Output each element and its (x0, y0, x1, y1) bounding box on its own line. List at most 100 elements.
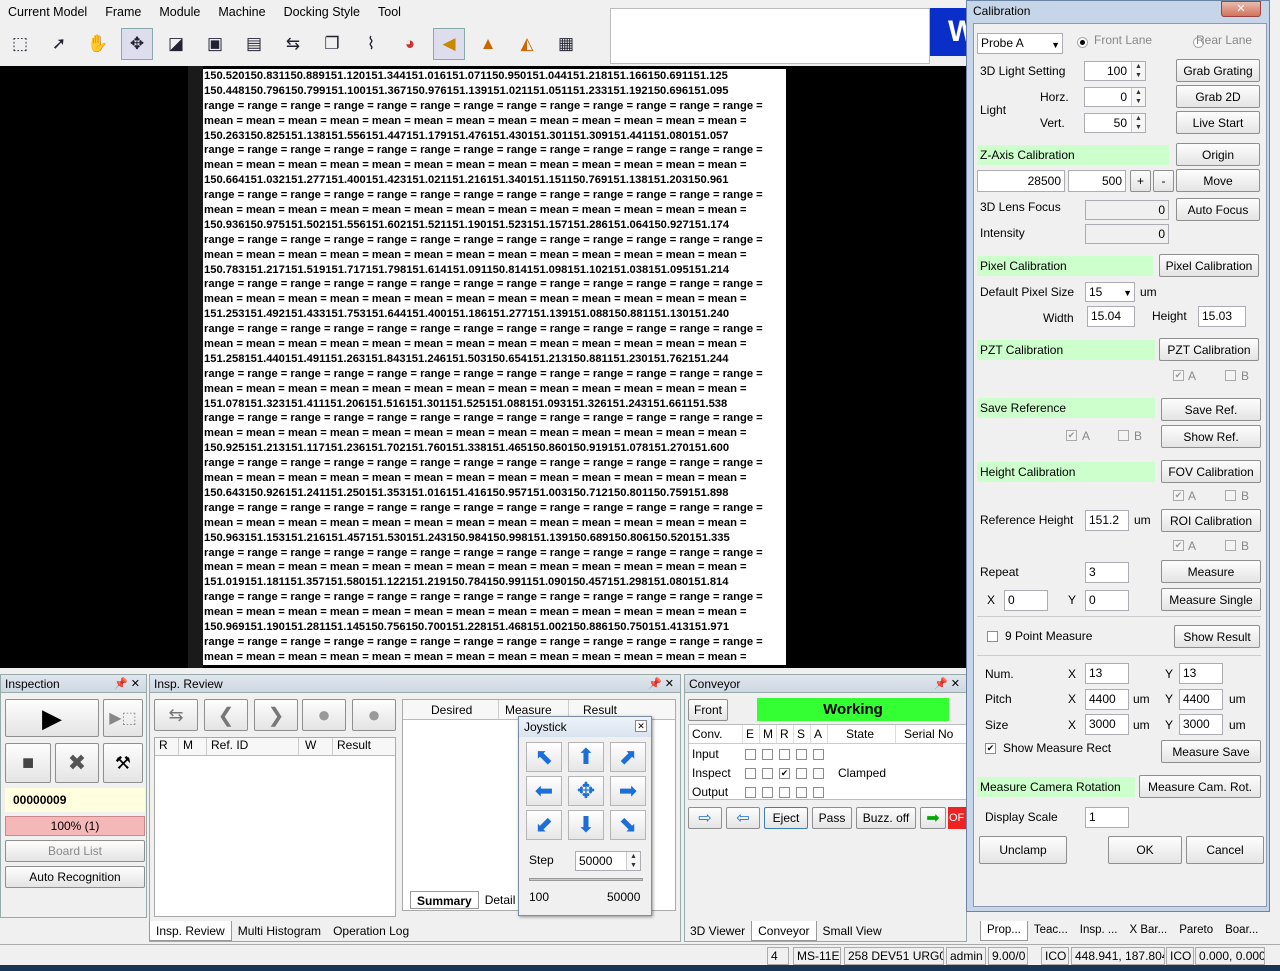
buzz-off-button[interactable]: Buzz. off (856, 807, 916, 829)
green-arrow-icon[interactable]: ➡ (920, 807, 946, 829)
auto-focus-button[interactable]: Auto Focus (1176, 198, 1260, 221)
checkbox[interactable] (745, 786, 756, 798)
measure-single-button[interactable]: Measure Single (1161, 588, 1261, 611)
image-viewer[interactable]: 150.520150.831150.889151.120151.344151.0… (0, 66, 975, 668)
zaxis-step-input[interactable]: 500 (1068, 170, 1126, 192)
checkbox[interactable] (813, 767, 824, 779)
checkbox[interactable] (762, 786, 773, 798)
plus-button[interactable]: + (1130, 170, 1151, 192)
checkbox-checked[interactable]: ✔ (779, 767, 790, 779)
col-m[interactable]: M (179, 738, 207, 755)
origin-button[interactable]: Origin (1176, 143, 1260, 166)
arrow-left-icon[interactable]: ⇦ (726, 807, 760, 829)
grab-2d-button[interactable]: Grab 2D (1176, 85, 1260, 108)
arrow-down-left-icon[interactable]: ⬋ (526, 810, 562, 840)
color-map-icon[interactable]: ◕ (394, 28, 426, 60)
ref-height-input[interactable]: 151.2 (1085, 510, 1129, 531)
col-desired[interactable]: Desired (403, 700, 499, 719)
arrow-down-icon[interactable]: ⬇ (568, 810, 604, 840)
pzt-b-checkbox[interactable] (1225, 370, 1236, 381)
pin-close-icon[interactable]: 📌 ✕ (934, 675, 960, 693)
tab-conveyor[interactable]: Conveyor (751, 921, 817, 941)
checkbox[interactable] (813, 786, 824, 798)
checkbox[interactable] (762, 748, 773, 760)
cancel-x-button[interactable]: ✖ (55, 743, 99, 783)
close-icon[interactable]: ✕ (1221, 1, 1261, 17)
show-measure-rect-checkbox[interactable]: ✔ (985, 743, 996, 754)
width-input[interactable]: 15.04 (1087, 306, 1135, 327)
checkbox[interactable] (796, 767, 807, 779)
checkbox[interactable] (779, 748, 790, 760)
arrow-right-icon[interactable]: ⇨ (688, 807, 722, 829)
fov-calibration-button[interactable]: FOV Calibration (1161, 460, 1261, 483)
repeat-input[interactable]: 3 (1085, 562, 1129, 583)
tab-3d-viewer[interactable]: 3D Viewer (684, 921, 751, 941)
vert-input[interactable]: 50 ▲ ▼ (1084, 113, 1146, 133)
probe-select[interactable]: Probe A ▼ (977, 33, 1063, 54)
component-view-icon[interactable]: ▤ (238, 28, 270, 60)
menu-module[interactable]: Module (159, 5, 200, 19)
col-result[interactable]: Result (333, 738, 393, 755)
pan-hand-icon[interactable]: ✋ (82, 28, 114, 60)
height-input[interactable]: 15.03 (1198, 306, 1246, 327)
fov-a-checkbox[interactable]: ✔ (1173, 490, 1184, 501)
pin-close-icon[interactable]: 📌 ✕ (648, 675, 674, 693)
step-slider[interactable] (529, 878, 643, 881)
save-ref-button[interactable]: Save Ref. (1161, 398, 1261, 421)
unclamp-button[interactable]: Unclamp (979, 836, 1067, 864)
pitch-x-input[interactable]: 4400 (1085, 689, 1129, 710)
col-r[interactable]: R (155, 738, 179, 755)
tab-inspection[interactable]: Insp. ... (1074, 921, 1124, 941)
nine-point-checkbox[interactable] (987, 631, 998, 642)
grid-3d-icon[interactable]: ▦ (550, 28, 582, 60)
spin-icon[interactable]: ▲ ▼ (1131, 114, 1145, 132)
tab-pareto[interactable]: Pareto (1173, 921, 1219, 941)
checkbox[interactable] (745, 748, 756, 760)
minus-button[interactable]: - (1153, 170, 1174, 192)
horz-input[interactable]: 0 ▲ ▼ (1084, 87, 1146, 107)
save-ref-b-checkbox[interactable] (1118, 430, 1129, 441)
arrow-up-left-icon[interactable]: ⬉ (526, 742, 562, 772)
tab-small-view[interactable]: Small View (817, 921, 888, 941)
cancel-button[interactable]: Cancel (1186, 836, 1264, 864)
pzt-a-checkbox[interactable]: ✔ (1173, 370, 1184, 381)
arrow-right-icon[interactable]: ➡ (610, 776, 646, 806)
roi-a-checkbox[interactable]: ✔ (1173, 540, 1184, 551)
checkbox[interactable] (779, 786, 790, 798)
front-button[interactable]: Front (688, 699, 728, 721)
tab-multi-histogram[interactable]: Multi Histogram (232, 921, 327, 941)
menu-current-model[interactable]: Current Model (8, 5, 87, 19)
zaxis-input[interactable]: 28500 (977, 170, 1065, 192)
roi-calibration-button[interactable]: ROI Calibration (1161, 509, 1261, 532)
spin-icon[interactable]: ▲ ▼ (1131, 88, 1145, 106)
move-cross-icon[interactable]: ✥ (121, 28, 153, 60)
live-start-button[interactable]: Live Start (1176, 111, 1260, 134)
y-input[interactable]: 0 (1085, 590, 1129, 611)
measure-save-button[interactable]: Measure Save (1161, 740, 1261, 763)
tab-teach[interactable]: Teac... (1028, 921, 1074, 941)
shadow-icon[interactable]: ◭ (511, 28, 543, 60)
profile-icon[interactable]: ⌇ (355, 28, 387, 60)
pin-close-icon[interactable]: 📌 ✕ (114, 675, 140, 693)
move-button[interactable]: Move (1176, 169, 1260, 192)
step-input[interactable]: 50000 ▲ ▼ (575, 851, 641, 871)
tool-button[interactable]: ⚒ (103, 743, 143, 783)
tab-operation-log[interactable]: Operation Log (327, 921, 415, 941)
show-ref-button[interactable]: Show Ref. (1161, 425, 1261, 448)
pointer-icon[interactable]: ➚ (43, 28, 75, 60)
menu-tool[interactable]: Tool (378, 5, 401, 19)
pass-button[interactable]: Pass (812, 807, 852, 829)
default-pixel-select[interactable]: 15 ▼ (1085, 282, 1135, 302)
marquee-select-icon[interactable]: ⬚ (4, 28, 36, 60)
pitch-y-input[interactable]: 4400 (1179, 689, 1223, 710)
save-ref-a-checkbox[interactable]: ✔ (1066, 430, 1077, 441)
x-input[interactable]: 0 (1004, 590, 1048, 611)
tab-detail[interactable]: Detail (479, 891, 522, 909)
arrow-up-right-icon[interactable]: ⬈ (610, 742, 646, 772)
eject-button[interactable]: Eject (764, 807, 808, 829)
measure-button[interactable]: Measure (1161, 560, 1261, 583)
arrow-up-icon[interactable]: ⬆ (568, 742, 604, 772)
checkbox[interactable] (762, 767, 773, 779)
play-button[interactable]: ▶ (5, 699, 99, 737)
spin-icon[interactable]: ▲ ▼ (1131, 62, 1145, 80)
